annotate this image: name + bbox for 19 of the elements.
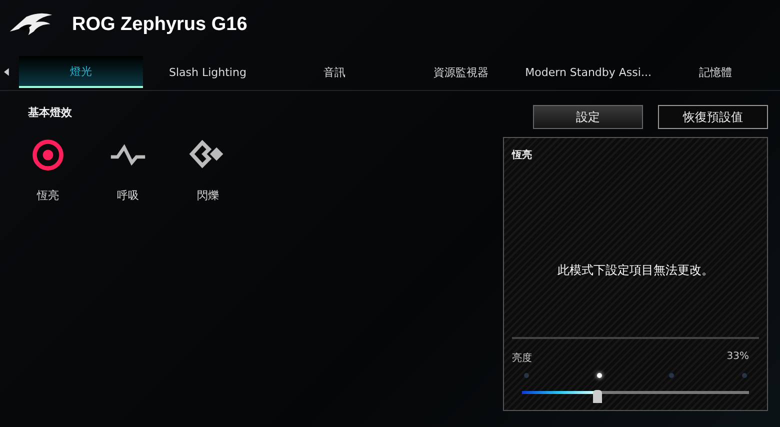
tab[interactable]: 資源監視器 (398, 56, 524, 88)
panel-message: 此模式下設定項目無法更改。 (558, 262, 714, 279)
section-title: 基本燈效 (28, 105, 73, 120)
brightness-reading: 33% (726, 350, 749, 364)
tab[interactable]: Modern Standby Assi... (525, 56, 652, 88)
effect-option[interactable]: 恆亮 (22, 136, 74, 203)
brightness-slider[interactable] (522, 390, 749, 400)
action-button[interactable]: 設定 (533, 105, 643, 129)
effect-option[interactable]: 閃爍 (182, 136, 234, 203)
effect-option[interactable]: 呼吸 (102, 136, 154, 203)
window-title: ROG Zephyrus G16 (72, 14, 248, 36)
panel-title: 恆亮 (512, 148, 533, 162)
tab[interactable]: 音訊 (272, 56, 397, 88)
tab[interactable]: 燈光 (18, 56, 144, 88)
tab[interactable]: 記憶體 (653, 56, 778, 88)
action-button[interactable]: 恢復預設值 (658, 105, 768, 129)
tab[interactable]: Slash Lighting (145, 56, 270, 88)
brightness-label: 亮度 (512, 352, 532, 364)
scroll-left-icon[interactable] (4, 68, 10, 76)
